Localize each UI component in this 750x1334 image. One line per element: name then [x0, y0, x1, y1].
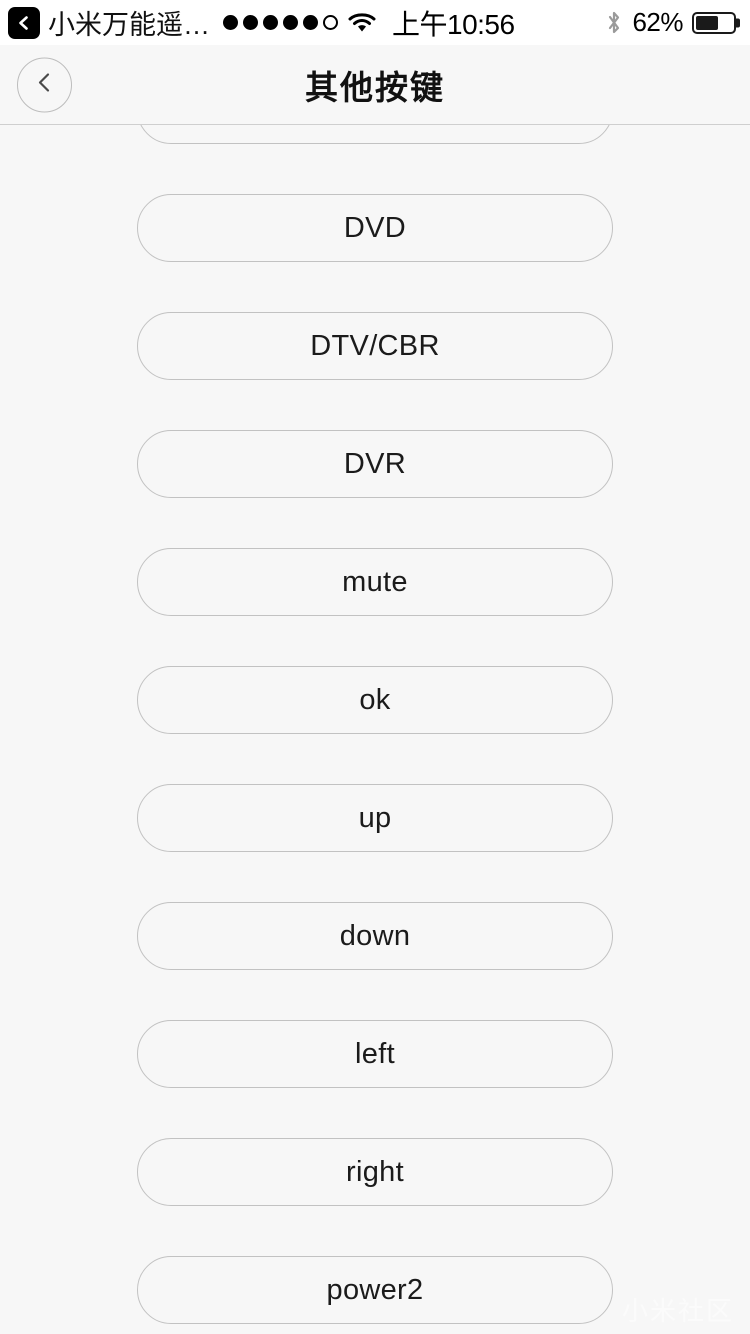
wifi-icon — [348, 12, 376, 34]
key-button[interactable]: DVD — [137, 194, 613, 262]
key-button-label: DTV/CBR — [310, 329, 440, 362]
phone-screen: 小米万能遥… 上午10:56 62% 其他按键 DVD DTV/CBR DVR … — [0, 0, 750, 1334]
status-bar-back-chip[interactable] — [8, 6, 40, 39]
key-button-label: DVD — [343, 211, 407, 244]
key-button[interactable]: left — [137, 1020, 613, 1088]
page-title: 其他按键 — [305, 68, 445, 106]
key-button-label: right — [346, 1155, 404, 1188]
key-button[interactable]: down — [137, 902, 613, 970]
nav-bar: 其他按键 — [0, 45, 750, 125]
status-bar-app-name[interactable]: 小米万能遥… — [48, 3, 210, 42]
chevron-left-icon — [15, 14, 33, 32]
key-button-label: DVR — [343, 447, 407, 480]
battery-fill — [696, 15, 719, 30]
status-bar-left: 小米万能遥… — [8, 3, 210, 42]
signal-dot-empty — [323, 15, 338, 30]
key-button-label: up — [358, 801, 392, 834]
bluetooth-icon — [605, 9, 623, 37]
key-button-label: down — [339, 919, 411, 952]
key-button[interactable] — [137, 125, 613, 144]
key-button-label: power2 — [326, 1273, 424, 1306]
key-button[interactable]: power2 — [137, 1256, 613, 1324]
key-list: DVD DTV/CBR DVR mute ok up down left right power2 — [137, 125, 613, 1324]
signal-dot — [223, 15, 238, 30]
key-button[interactable]: ok — [137, 666, 613, 734]
key-button-label: mute — [342, 565, 408, 598]
signal-dot — [283, 15, 298, 30]
key-button[interactable]: right — [137, 1138, 613, 1206]
key-list-scroll-area[interactable]: DVD DTV/CBR DVR mute ok up down left right power2 — [0, 125, 750, 1333]
key-button[interactable]: mute — [137, 548, 613, 616]
key-button-label: left — [355, 1037, 395, 1070]
battery-icon — [692, 11, 736, 34]
battery-percent-label: 62% — [632, 7, 683, 37]
signal-dot — [243, 15, 258, 30]
signal-strength-dots — [223, 15, 338, 30]
back-button[interactable] — [17, 57, 72, 112]
key-button[interactable]: up — [137, 784, 613, 852]
key-button[interactable]: DTV/CBR — [137, 312, 613, 380]
key-button[interactable]: DVR — [137, 430, 613, 498]
status-bar-time: 上午10:56 — [392, 8, 515, 40]
chevron-left-icon — [33, 70, 57, 99]
signal-dot — [263, 15, 278, 30]
key-button-label: ok — [359, 683, 391, 716]
status-bar-right: 62% — [605, 7, 736, 38]
status-bar: 小米万能遥… 上午10:56 62% — [0, 0, 750, 45]
signal-dot — [303, 15, 318, 30]
